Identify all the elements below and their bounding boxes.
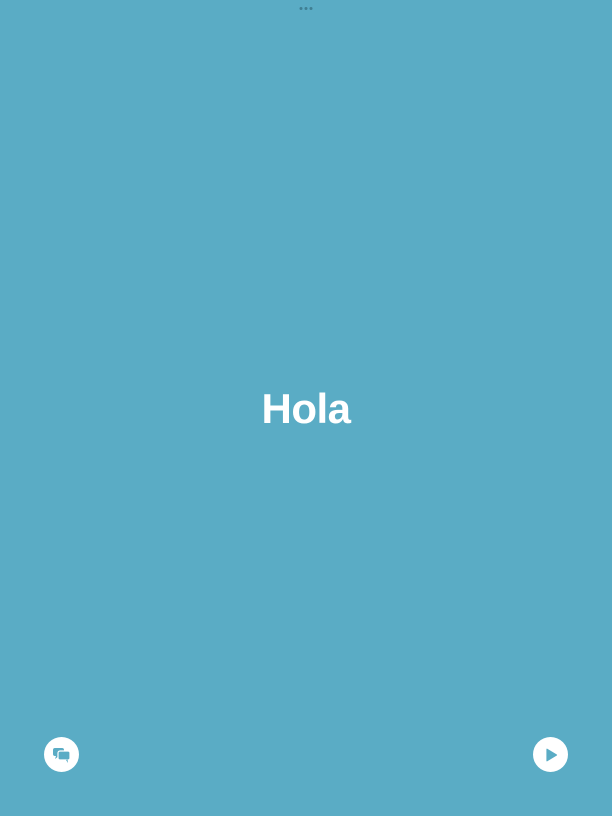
- ellipsis-icon-dot: [304, 7, 308, 10]
- conversation-button[interactable]: [44, 737, 79, 772]
- ellipsis-icon-dot: [309, 7, 313, 10]
- speech-bubbles-icon: [52, 746, 72, 764]
- ellipsis-icon-dot: [299, 7, 303, 10]
- play-button[interactable]: [533, 737, 568, 772]
- multitasking-handle[interactable]: [297, 5, 316, 12]
- play-icon: [543, 747, 559, 763]
- flashcard-screen: Hola: [0, 0, 612, 816]
- flashcard-word[interactable]: Hola: [0, 383, 612, 435]
